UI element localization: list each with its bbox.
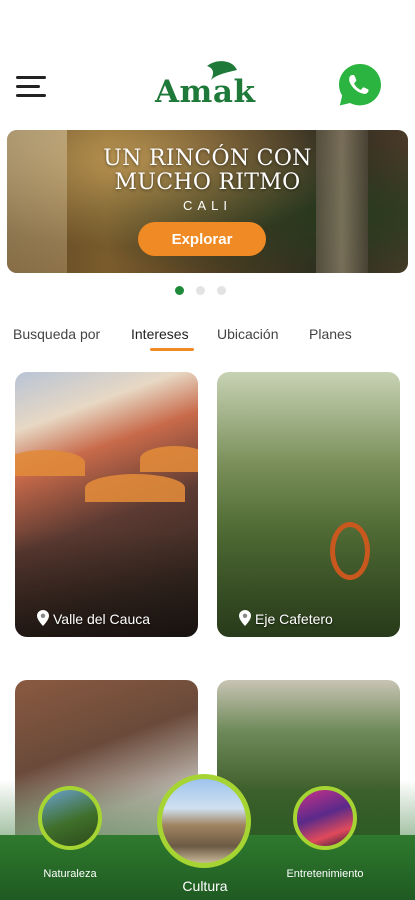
search-filter-tabs: Busqueda por Intereses Ubicación Planes [13,326,413,356]
logo-text: Amak [155,74,256,110]
entretenimiento-thumbnail [293,786,357,850]
hero-title: UN RINCÓN CON MUCHO RITMO [7,147,408,195]
nav-label-cultura: Cultura [182,878,228,894]
carousel-indicator [175,286,235,296]
wheel-shape [330,522,370,580]
carousel-dot-2[interactable] [196,286,205,295]
carousel-dot-1[interactable] [175,286,184,295]
cultura-thumbnail [157,774,251,868]
location-pin-icon [37,610,49,626]
hero-title-line2: MUCHO RITMO [114,170,301,195]
active-tab-underline [150,348,194,351]
hero-title-line1: UN RINCÓN CON [103,146,312,171]
card-label: Eje Cafetero [255,611,333,627]
nav-item-cultura[interactable]: Cultura [155,774,255,898]
destination-card-eje-cafetero[interactable]: Eje Cafetero [217,372,400,637]
nav-item-naturaleza[interactable]: Naturaleza [32,786,108,896]
nav-label-entretenimiento: Entretenimiento [286,868,364,880]
hero-banner[interactable]: UN RINCÓN CON MUCHO RITMO CALI Explorar [7,130,408,273]
hamburger-menu-icon[interactable] [16,76,46,98]
umbrella-shape [15,450,85,476]
card-label: Valle del Cauca [53,611,151,627]
destination-card-valle-del-cauca[interactable]: Valle del Cauca [15,372,198,637]
tab-busqueda-por[interactable]: Busqueda por [13,326,100,342]
carousel-dot-3[interactable] [217,286,226,295]
tab-ubicacion[interactable]: Ubicación [217,326,278,342]
app-header: Amak [0,0,415,125]
whatsapp-icon[interactable] [337,62,383,108]
nav-item-entretenimiento[interactable]: Entretenimiento [278,786,372,896]
explore-button[interactable]: Explorar [138,222,266,256]
tab-intereses[interactable]: Intereses [131,326,189,342]
umbrella-shape [140,446,198,472]
naturaleza-thumbnail [38,786,102,850]
hero-subtitle: CALI [183,198,232,213]
nav-label-naturaleza: Naturaleza [43,868,97,880]
amak-logo[interactable]: Amak [155,58,260,110]
tab-planes[interactable]: Planes [309,326,352,342]
location-pin-icon [239,610,251,626]
umbrella-shape [85,474,185,502]
